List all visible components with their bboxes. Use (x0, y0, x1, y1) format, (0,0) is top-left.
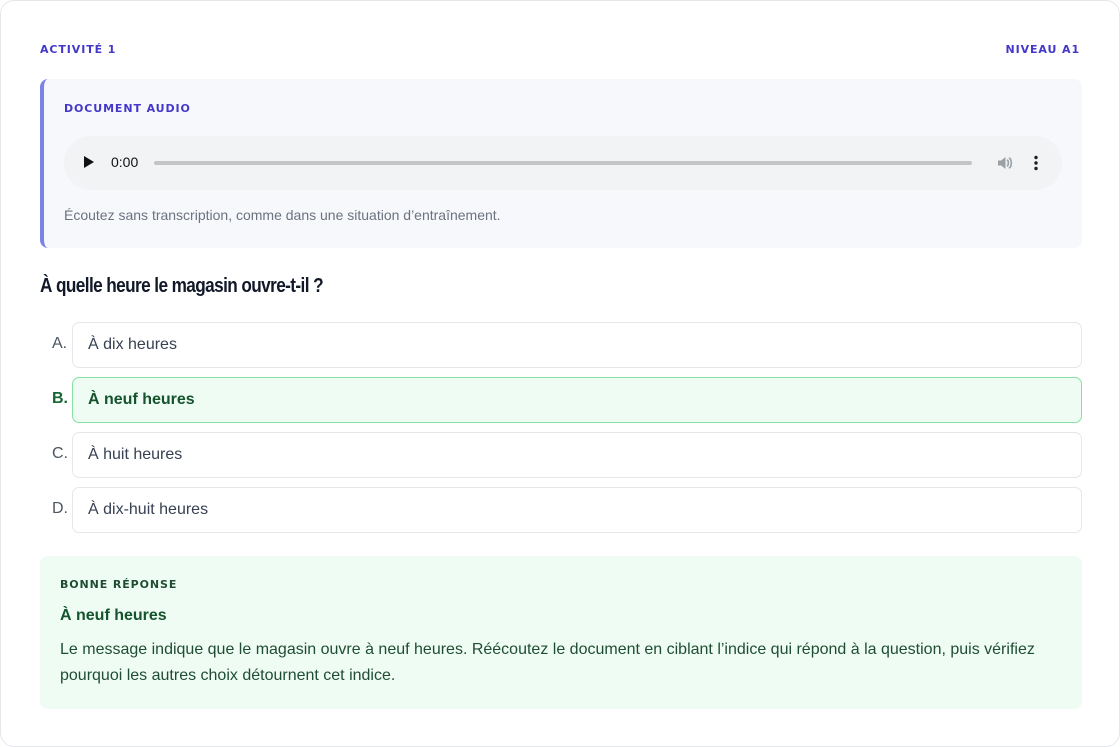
audio-document-panel: DOCUMENT AUDIO 0:00 Écoutez sans transcr… (40, 79, 1082, 248)
option-a[interactable]: A. À dix heures (40, 322, 1082, 368)
question-text: À quelle heure le magasin ouvre-t-il ? (40, 275, 324, 297)
audio-instruction: Écoutez sans transcription, comme dans u… (64, 207, 501, 223)
option-b[interactable]: B. À neuf heures (40, 377, 1082, 423)
feedback-panel: BONNE RÉPONSE À neuf heures Le message i… (40, 556, 1082, 709)
option-d[interactable]: D. À dix-huit heures (40, 487, 1082, 533)
activity-number: ACTIVITÉ 1 (40, 42, 117, 56)
correct-answer: À neuf heures (60, 607, 167, 624)
activity-header: ACTIVITÉ 1 NIVEAU A1 (40, 41, 1080, 57)
feedback-label: BONNE RÉPONSE (60, 578, 178, 591)
option-c[interactable]: C. À huit heures (40, 432, 1082, 478)
option-box[interactable]: À dix-huit heures (72, 487, 1082, 533)
audio-progress-track[interactable] (154, 161, 972, 165)
more-vertical-icon[interactable] (1026, 153, 1046, 173)
option-text: À dix heures (88, 336, 177, 353)
audio-document-label: DOCUMENT AUDIO (64, 102, 191, 115)
option-box[interactable]: À huit heures (72, 432, 1082, 478)
activity-card: ACTIVITÉ 1 NIVEAU A1 DOCUMENT AUDIO 0:00… (0, 0, 1120, 747)
option-text: À dix-huit heures (88, 501, 209, 518)
option-letter: D. (52, 500, 68, 517)
option-text: À huit heures (88, 446, 183, 463)
option-text: À neuf heures (88, 391, 195, 408)
feedback-explanation: Le message indique que le magasin ouvre … (60, 641, 1035, 684)
option-box[interactable]: À neuf heures (72, 377, 1082, 423)
option-letter: B. (52, 390, 68, 407)
option-letter: C. (52, 445, 68, 462)
audio-current-time: 0:00 (111, 154, 139, 170)
play-icon[interactable] (84, 156, 94, 168)
level-badge: NIVEAU A1 (1005, 42, 1080, 56)
audio-player[interactable]: 0:00 (64, 136, 1062, 190)
option-box[interactable]: À dix heures (72, 322, 1082, 368)
volume-icon[interactable] (995, 153, 1015, 173)
option-letter: A. (52, 335, 68, 352)
answer-options: A. À dix heures B. À neuf heures C. À hu… (40, 322, 1082, 542)
